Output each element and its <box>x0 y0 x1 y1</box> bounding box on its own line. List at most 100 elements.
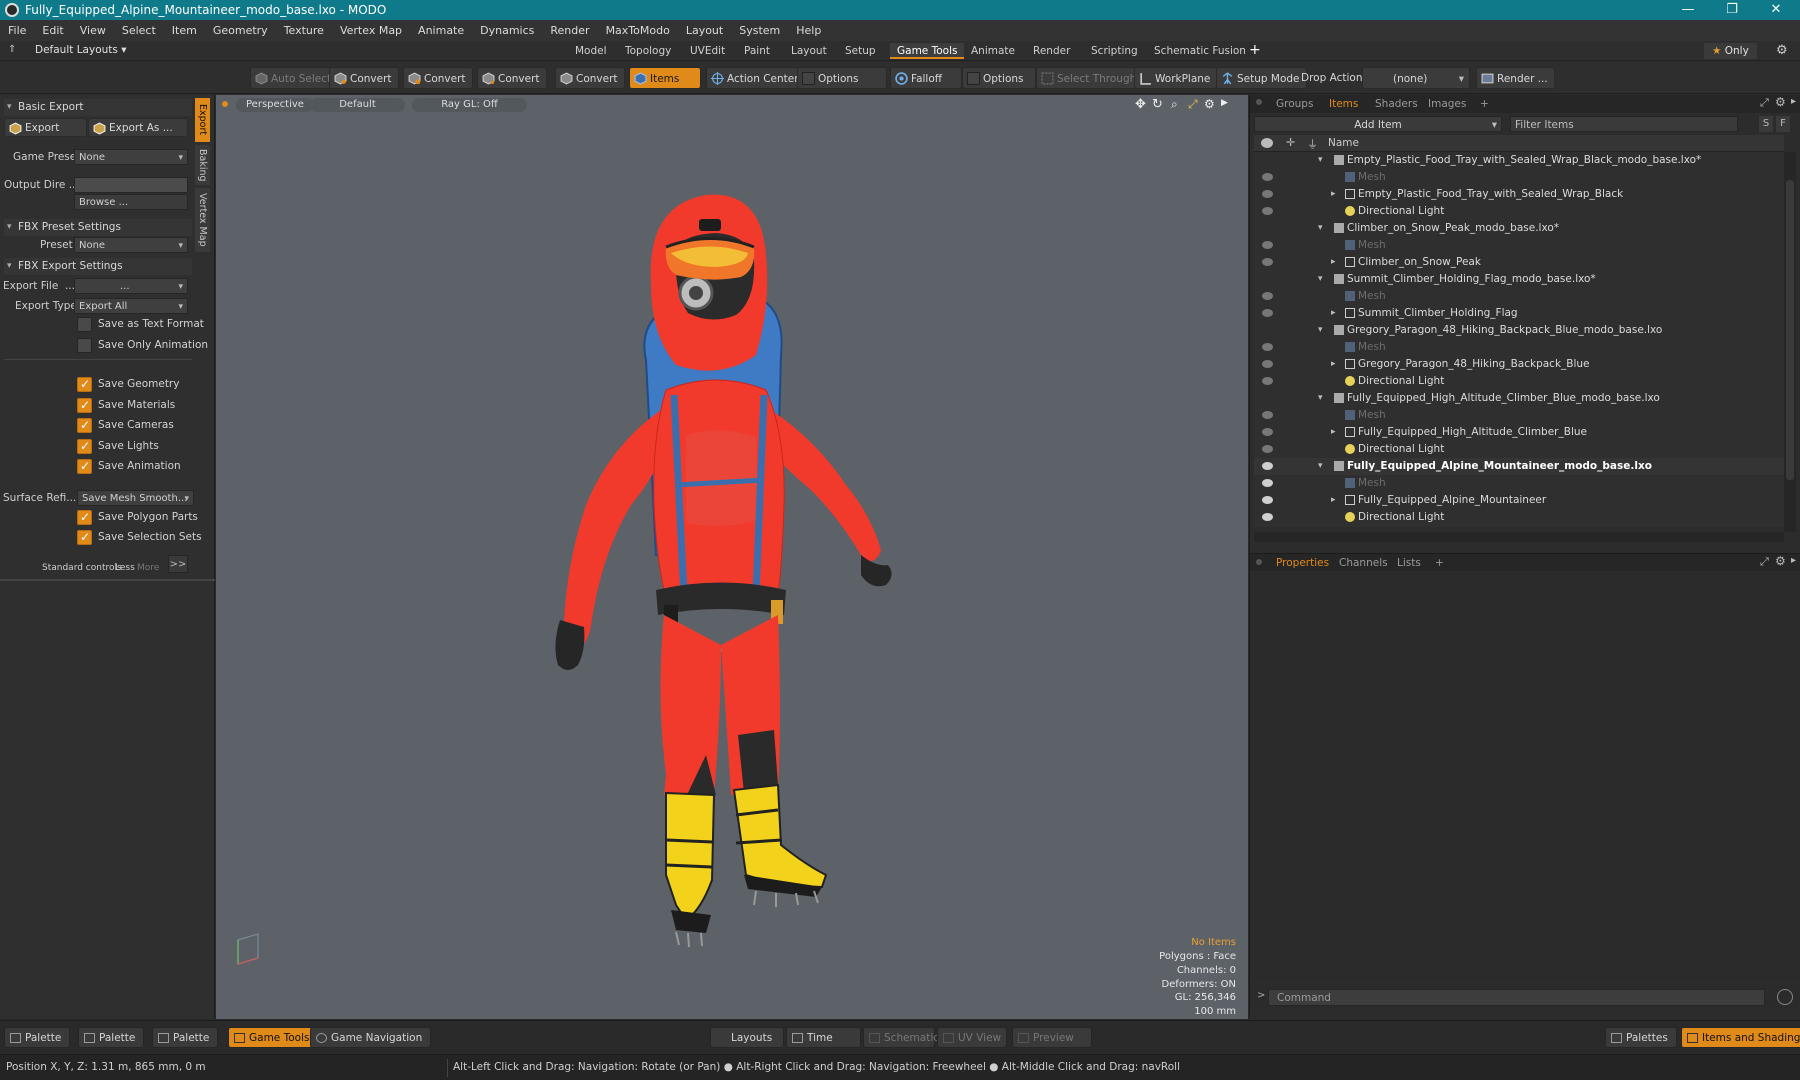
visibility-eye-icon[interactable] <box>1262 258 1273 266</box>
menu-geometry[interactable]: Geometry <box>205 24 276 37</box>
visibility-eye-icon[interactable] <box>1262 190 1273 198</box>
panel-gear-icon[interactable]: ⚙ <box>1775 95 1786 109</box>
menu-edit[interactable]: Edit <box>34 24 71 37</box>
action-center-options-button[interactable]: Options <box>797 67 887 89</box>
menu-view[interactable]: View <box>72 24 114 37</box>
tree-row[interactable]: ▸ Gregory_Paragon_48_Hiking_Backpack_Blue <box>1254 356 1784 373</box>
visibility-eye-icon[interactable] <box>1262 207 1273 215</box>
menu-system[interactable]: System <box>731 24 788 37</box>
lock-column-icon[interactable]: ✛ <box>1286 136 1295 149</box>
schematic-button[interactable]: Schematic <box>863 1027 939 1048</box>
layouts-button[interactable]: Layouts <box>710 1027 784 1048</box>
expand-triangle-icon[interactable]: ▾ <box>1318 152 1323 169</box>
menu-maxtomodo[interactable]: MaxToModo <box>598 24 678 37</box>
tree-scrollbar[interactable] <box>1784 152 1796 532</box>
tree-row[interactable]: ▾ Fully_Equipped_Alpine_Mountaineer_modo_… <box>1254 458 1784 475</box>
items-and-shading-button[interactable]: Items and Shading <box>1681 1027 1800 1048</box>
tree-row[interactable]: ▸ Climber_on_Snow_Peak <box>1254 254 1784 271</box>
visibility-eye-icon[interactable] <box>1262 411 1273 419</box>
workplane-button[interactable]: WorkPlane <box>1134 67 1218 89</box>
action-center-button[interactable]: Action Center <box>706 67 806 89</box>
tab-schematic-fusion[interactable]: Schematic Fusion <box>1147 43 1253 59</box>
export-file-dropdown[interactable]: ... <box>74 278 188 295</box>
save-geometry-checkbox[interactable] <box>77 377 92 392</box>
setup-mode-button[interactable]: Setup Mode <box>1216 67 1307 89</box>
layouts-menu-icon[interactable]: ⇑ <box>8 44 16 55</box>
tab-images[interactable]: Images <box>1420 95 1474 113</box>
collapse-triangle-icon[interactable]: ▸ <box>1331 356 1336 373</box>
zoom-icon[interactable]: ⌕ <box>1171 97 1178 112</box>
tab-items[interactable]: Items <box>1321 95 1366 113</box>
menu-texture[interactable]: Texture <box>276 24 332 37</box>
tab-channels[interactable]: Channels <box>1331 554 1396 572</box>
basic-export-section[interactable]: Basic Export <box>4 99 192 116</box>
name-column-header[interactable]: Name <box>1328 137 1359 149</box>
collapse-triangle-icon[interactable]: ▸ <box>1331 186 1336 203</box>
tree-row[interactable]: Mesh <box>1254 339 1784 356</box>
collapse-triangle-icon[interactable]: ▸ <box>1331 492 1336 509</box>
select-through-button[interactable]: Select Through <box>1036 67 1144 89</box>
visibility-eye-icon[interactable] <box>1262 309 1273 317</box>
raygl-toggle[interactable]: Ray GL: Off <box>412 98 527 112</box>
save-lights-checkbox[interactable] <box>77 439 92 454</box>
settings-gear-icon[interactable]: ⚙ <box>1776 43 1788 58</box>
expand-triangle-icon[interactable]: ▾ <box>1318 458 1323 475</box>
vtab-vertex-map[interactable]: Vertex Map <box>195 188 210 252</box>
expand-triangle-icon[interactable]: ▾ <box>1318 390 1323 407</box>
filter-items-input[interactable]: Filter Items <box>1510 116 1738 132</box>
drop-action-dropdown[interactable]: (none) ▾ <box>1362 67 1470 89</box>
filter-s-button[interactable]: S <box>1759 116 1773 132</box>
command-history-icon[interactable] <box>1777 989 1793 1005</box>
menu-select[interactable]: Select <box>114 24 164 37</box>
export-button[interactable]: Export <box>4 118 87 137</box>
tree-row[interactable]: Mesh <box>1254 288 1784 305</box>
add-properties-tab-icon[interactable]: + <box>1427 554 1452 572</box>
vtab-export[interactable]: Export <box>195 98 210 142</box>
tab-render[interactable]: Render <box>1026 43 1077 59</box>
uv-view-button[interactable]: UV View <box>937 1027 1007 1048</box>
tree-row[interactable]: Directional Light <box>1254 441 1784 458</box>
browse-button[interactable]: Browse ... <box>74 194 188 210</box>
add-tab-icon[interactable]: + <box>1249 42 1261 58</box>
vtab-baking[interactable]: Baking <box>195 145 210 185</box>
more-link[interactable]: More <box>137 563 159 573</box>
tree-row[interactable]: ▾ Gregory_Paragon_48_Hiking_Backpack_Blue… <box>1254 322 1784 339</box>
convert-edges-button[interactable]: Convert <box>403 67 473 89</box>
tree-row[interactable]: Mesh <box>1254 407 1784 424</box>
expand-triangle-icon[interactable]: ▾ <box>1318 322 1323 339</box>
visibility-eye-icon[interactable] <box>1262 479 1273 487</box>
render-column-icon[interactable]: ⏚ <box>1307 136 1318 152</box>
visibility-eye-icon[interactable] <box>1262 445 1273 453</box>
visibility-column-eye-icon[interactable] <box>1261 138 1273 148</box>
visibility-eye-icon[interactable] <box>1262 343 1273 351</box>
tree-row[interactable]: ▾ Climber_on_Snow_Peak_modo_base.lxo* <box>1254 220 1784 237</box>
output-directory-field[interactable] <box>74 177 188 193</box>
tab-model[interactable]: Model <box>568 43 614 59</box>
tree-row[interactable]: Mesh <box>1254 237 1784 254</box>
command-input[interactable]: Command <box>1268 989 1765 1006</box>
preview-button[interactable]: Preview <box>1012 1027 1092 1048</box>
time-button[interactable]: Time <box>786 1027 861 1048</box>
items-mode-button[interactable]: Items <box>629 67 701 89</box>
tree-scrollbar-thumb[interactable] <box>1786 180 1794 480</box>
tree-row[interactable]: ▸ Summit_Climber_Holding_Flag <box>1254 305 1784 322</box>
menu-help[interactable]: Help <box>788 24 829 37</box>
visibility-eye-icon[interactable] <box>1262 360 1273 368</box>
tree-row[interactable]: ▸ Fully_Equipped_High_Altitude_Climber_Bl… <box>1254 424 1784 441</box>
less-link[interactable]: Less <box>115 563 135 573</box>
expand-arrows-icon[interactable]: >> <box>168 555 188 573</box>
tab-topology[interactable]: Topology <box>618 43 678 59</box>
tree-row[interactable]: ▾ Fully_Equipped_High_Altitude_Climber_Bl… <box>1254 390 1784 407</box>
collapse-triangle-icon[interactable]: ▸ <box>1331 424 1336 441</box>
expand-triangle-icon[interactable]: ▾ <box>1318 220 1323 237</box>
convert-items-button[interactable]: Convert <box>555 67 625 89</box>
tab-animate[interactable]: Animate <box>964 43 1022 59</box>
visibility-eye-icon[interactable] <box>1262 513 1273 521</box>
maximize-panel-icon[interactable]: ⤢ <box>1760 555 1769 569</box>
tab-paint[interactable]: Paint <box>737 43 777 59</box>
tab-setup[interactable]: Setup <box>838 43 883 59</box>
tree-row[interactable]: ▸ Empty_Plastic_Food_Tray_with_Sealed_Wra… <box>1254 186 1784 203</box>
climber-3d-model[interactable] <box>516 175 936 955</box>
tree-row[interactable]: Mesh <box>1254 169 1784 186</box>
export-as-button[interactable]: Export As ... <box>88 118 188 137</box>
